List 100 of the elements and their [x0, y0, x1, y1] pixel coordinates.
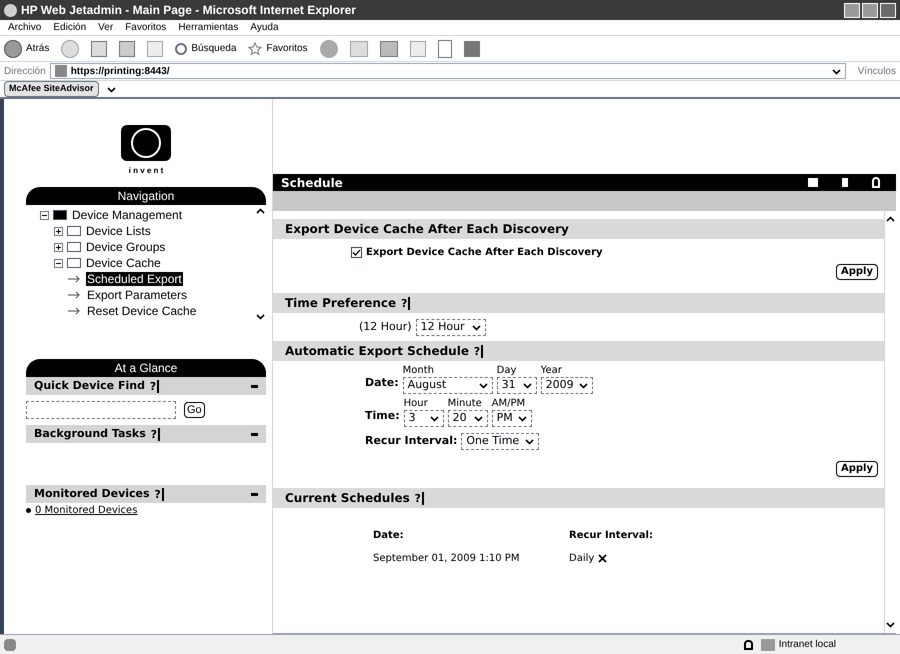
menu-item[interactable]: Archivo: [8, 20, 42, 35]
minimize-button[interactable]: [844, 2, 860, 18]
delete-icon[interactable]: [598, 554, 608, 563]
close-button[interactable]: [880, 2, 896, 18]
section-header: Quick Device Find ?: [26, 377, 266, 395]
arrow-icon: [68, 307, 82, 315]
search-button[interactable]: Búsqueda: [175, 41, 236, 56]
favorites-button[interactable]: Favoritos: [248, 41, 308, 56]
field-caption: Year: [540, 365, 563, 377]
messenger-button[interactable]: [464, 40, 480, 56]
forward-button[interactable]: [61, 40, 80, 58]
caret-icon: [522, 381, 532, 390]
minimize-icon[interactable]: [251, 432, 258, 436]
caret-icon: [106, 84, 116, 94]
checkbox[interactable]: [351, 247, 362, 258]
links-label[interactable]: Vínculos: [858, 64, 896, 78]
arrow-icon: [68, 275, 82, 283]
home-button[interactable]: [147, 40, 164, 56]
expand-icon[interactable]: [54, 242, 63, 252]
tree-item[interactable]: Export Parameters: [86, 288, 188, 302]
arrow-icon: [68, 291, 82, 299]
column-header: Date:: [373, 529, 405, 543]
section-header: Export Device Cache After Each Discovery: [273, 219, 884, 239]
addon-button[interactable]: McAfee SiteAdvisor: [4, 81, 99, 97]
page-icon: [54, 65, 67, 77]
tree-item[interactable]: Scheduled Export: [86, 272, 183, 286]
monitored-devices-link[interactable]: 0 Monitored Devices: [35, 503, 138, 518]
dropdown[interactable]: 3: [404, 410, 444, 427]
logo-tagline: i n v e n t: [128, 165, 164, 177]
minimize-icon[interactable]: [251, 492, 258, 496]
help-icon[interactable]: [872, 177, 880, 188]
section-header: Time Preference ?: [273, 293, 884, 313]
section-header: Monitored Devices ?: [26, 485, 266, 503]
go-button[interactable]: Go: [184, 402, 205, 418]
menu-item[interactable]: Ayuda: [250, 20, 279, 35]
maximize-button[interactable]: [862, 2, 878, 18]
menu-item[interactable]: Ver: [98, 20, 114, 35]
menu-item[interactable]: Favoritos: [125, 20, 166, 35]
dropdown[interactable]: August: [402, 377, 493, 394]
tree-item[interactable]: Reset Device Cache: [86, 304, 198, 318]
apply-button[interactable]: Apply: [836, 264, 878, 280]
section-header: Background Tasks ?: [26, 425, 266, 443]
caret-icon: [518, 414, 527, 423]
intranet-icon: [760, 638, 775, 650]
mail-button[interactable]: [350, 40, 368, 56]
scroll-down-icon: [256, 312, 264, 321]
field-caption: Day: [496, 365, 518, 377]
page-icon: [4, 638, 16, 650]
logo: [121, 125, 171, 161]
page-button[interactable]: [438, 40, 452, 58]
scroll-up-icon[interactable]: [886, 215, 895, 224]
browser-icon: [4, 4, 17, 16]
field-caption: Hour: [404, 398, 429, 410]
print-button[interactable]: [380, 40, 398, 56]
collapse-icon[interactable]: [40, 210, 49, 220]
edit-button[interactable]: [410, 40, 426, 56]
address-field[interactable]: https://printing:8443/: [50, 63, 846, 79]
caret-icon: [578, 381, 588, 390]
dropdown[interactable]: One Time: [461, 433, 540, 450]
back-button[interactable]: Atrás: [4, 40, 50, 58]
caret-icon: [472, 322, 481, 332]
apply-button[interactable]: Apply: [836, 461, 878, 477]
panel-header: Navigation: [26, 187, 266, 205]
menu-item[interactable]: Herramientas: [178, 20, 238, 35]
caret-icon: [832, 66, 841, 76]
star-icon: [248, 42, 262, 56]
zone-label: Intranet local: [778, 638, 836, 652]
tree-item[interactable]: Device Groups: [85, 240, 166, 254]
refresh-button[interactable]: [119, 40, 136, 56]
tree-item[interactable]: Device Management: [71, 208, 184, 222]
address-label: Dirección: [4, 64, 46, 78]
caret-icon: [478, 381, 488, 390]
scrollbar[interactable]: [254, 207, 266, 321]
expand-icon[interactable]: [54, 226, 63, 236]
tree-item[interactable]: Device Cache: [85, 256, 162, 270]
search-field[interactable]: [26, 401, 176, 419]
minimize-icon[interactable]: [251, 384, 258, 388]
checkbox-label: Export Device Cache After Each Discovery: [366, 246, 603, 260]
stop-button[interactable]: [91, 40, 108, 56]
folder-icon: [53, 210, 67, 220]
menu-item[interactable]: Edición: [53, 20, 86, 35]
time-format-label: (12 Hour): [359, 318, 412, 335]
bullet-icon: [26, 508, 31, 513]
dropdown[interactable]: PM: [492, 410, 532, 427]
dropdown[interactable]: 31: [496, 377, 537, 394]
section-header: Automatic Export Schedule ?: [273, 341, 884, 361]
table-cell-text: September 01, 2009 1:10 PM: [373, 552, 520, 566]
field-label: Time:: [365, 408, 400, 424]
dropdown[interactable]: 2009: [540, 377, 593, 394]
collapse-icon[interactable]: [54, 258, 63, 268]
scroll-up-icon[interactable]: [256, 207, 264, 216]
dropdown[interactable]: 20: [448, 410, 488, 427]
lock-icon: [744, 640, 753, 650]
dropdown[interactable]: 12 Hour: [416, 318, 486, 336]
scrollbar[interactable]: [884, 211, 896, 633]
field-label: Date:: [365, 374, 399, 390]
tree-item[interactable]: Device Lists: [85, 224, 152, 238]
window-title: HP Web Jetadmin - Main Page - Microsoft Internet Explorer: [21, 2, 356, 19]
panel-header: At a Glance: [26, 359, 266, 377]
caret-icon: [430, 414, 439, 423]
